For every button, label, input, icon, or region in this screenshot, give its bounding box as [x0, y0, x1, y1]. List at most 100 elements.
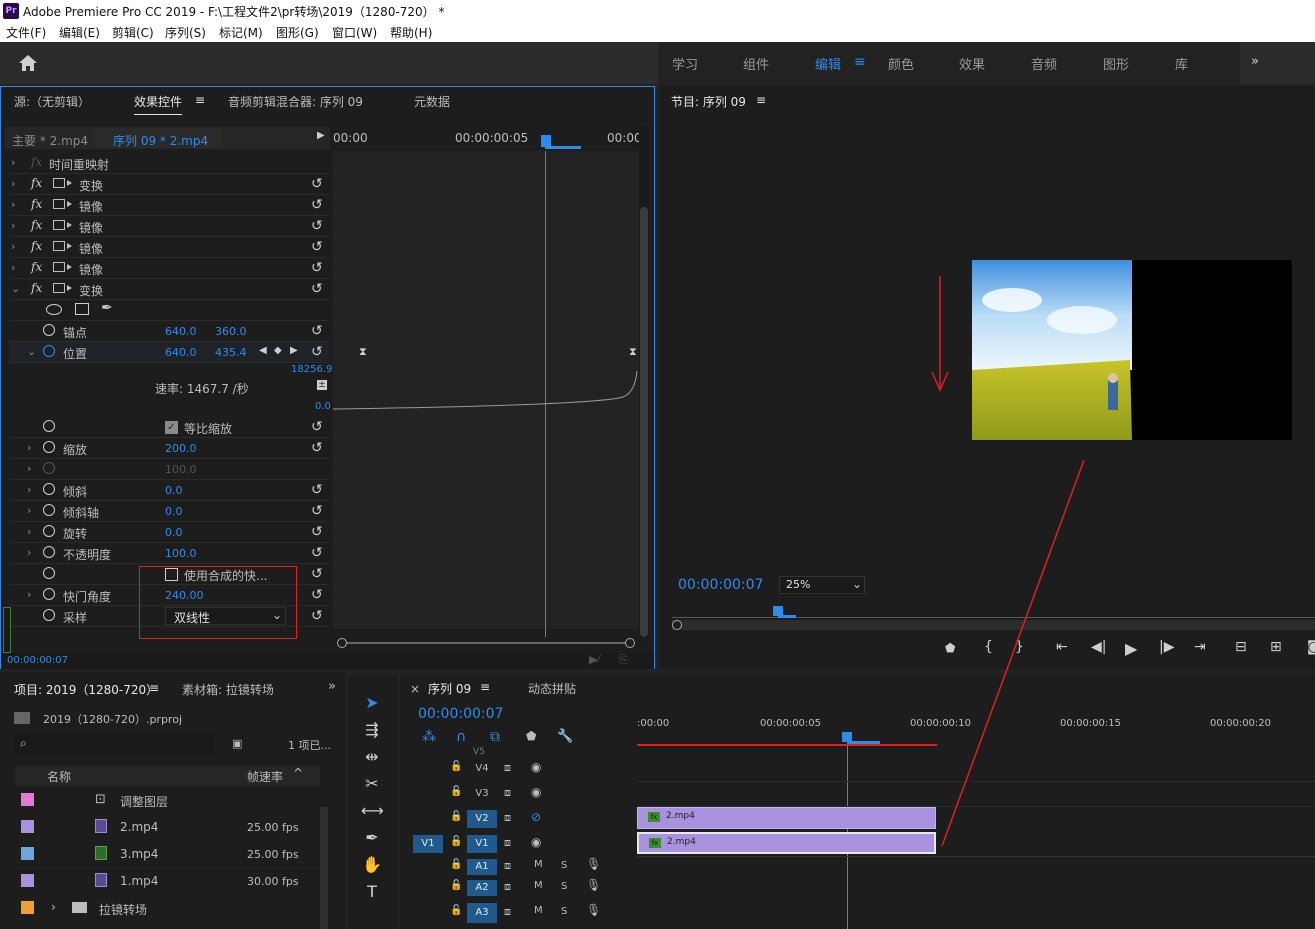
position-y-value[interactable]: 435.4 — [215, 346, 247, 359]
position-x-value[interactable]: 640.0 — [165, 346, 197, 359]
hand-tool-icon[interactable]: ✋ — [361, 855, 383, 877]
reset-icon[interactable]: ↺ — [311, 503, 323, 519]
ec-scrollbar[interactable] — [639, 127, 649, 637]
fx-icon[interactable]: fx — [31, 260, 42, 274]
add-keyframe-icon[interactable]: ◆ — [274, 345, 282, 356]
fx-icon[interactable]: fx — [31, 218, 42, 232]
opacity-value[interactable]: 100.0 — [165, 547, 197, 560]
mute-button[interactable]: M — [534, 905, 543, 916]
workspace-menu-icon[interactable]: ≡ — [854, 54, 866, 70]
sync-lock-icon[interactable]: ⧈ — [504, 811, 511, 825]
solo-button[interactable]: S — [561, 881, 567, 892]
fx-icon[interactable]: fx — [31, 281, 42, 295]
tab-source[interactable]: 源:（无剪辑） — [14, 93, 90, 110]
stopwatch-icon[interactable] — [43, 504, 55, 516]
label-color[interactable] — [21, 901, 34, 914]
reset-icon[interactable]: ↺ — [311, 344, 323, 360]
stopwatch-icon[interactable] — [43, 324, 55, 336]
project-menu-icon[interactable]: ≡ — [149, 681, 159, 695]
track-select-tool-icon[interactable]: ⇶ — [361, 720, 383, 742]
uniform-scale-checkbox[interactable]: ✓ — [165, 421, 178, 434]
mic-icon[interactable]: 🎙 — [586, 878, 601, 892]
tab-dynamic-tile[interactable]: 动态拼贴 — [528, 680, 576, 697]
reset-icon[interactable]: ↺ — [311, 545, 323, 561]
sync-lock-icon[interactable]: ⧈ — [504, 905, 511, 919]
lock-icon[interactable]: 🔓 — [450, 836, 462, 847]
play-audio-icon[interactable]: ▶⁄ — [589, 653, 599, 666]
menu-window[interactable]: 窗口(W) — [332, 24, 377, 41]
project-item[interactable]: 2.mp4 25.00 fps — [15, 814, 320, 841]
scale-value[interactable]: 200.0 — [165, 442, 197, 455]
chevron-down-icon[interactable]: ⌄ — [27, 345, 36, 358]
anchor-x-value[interactable]: 640.0 — [165, 325, 197, 338]
sync-lock-icon[interactable]: ⧈ — [504, 786, 511, 800]
label-color[interactable] — [21, 874, 34, 887]
chevron-right-icon[interactable]: › — [27, 525, 31, 538]
ripple-edit-tool-icon[interactable]: ⇹ — [361, 747, 383, 769]
stopwatch-active-icon[interactable] — [43, 345, 55, 357]
eye-icon[interactable]: ◉ — [531, 835, 541, 849]
close-tab-icon[interactable]: × — [410, 682, 420, 696]
graph-expand-icon[interactable]: ± — [317, 380, 327, 390]
stopwatch-icon[interactable] — [43, 483, 55, 495]
play-only-icon[interactable]: ▶ — [317, 130, 325, 141]
menu-file[interactable]: 文件(F) — [6, 24, 46, 41]
skew-value[interactable]: 0.0 — [165, 484, 183, 497]
lock-icon[interactable]: 🔓 — [450, 786, 462, 797]
export-icon[interactable]: ⎘ — [619, 653, 628, 667]
next-keyframe-icon[interactable]: ▶ — [290, 345, 298, 356]
lock-icon[interactable]: 🔓 — [450, 761, 462, 772]
effect-row-transform[interactable]: › fx 变换 ↺ — [9, 174, 329, 195]
tab-sequence[interactable]: 序列 09 — [428, 680, 471, 697]
workspace-editing[interactable]: 编辑 — [815, 54, 841, 73]
menu-clip[interactable]: 剪辑(C) — [112, 24, 154, 41]
tab-effect-controls[interactable]: 效果控件 — [134, 93, 183, 115]
workspace-more-icon[interactable]: » — [1251, 54, 1259, 69]
project-item[interactable]: 1.mp4 30.00 fps — [15, 868, 320, 895]
effect-row-time-remap[interactable]: › fx 时间重映射 — [9, 153, 329, 174]
wrench-icon[interactable]: 🔧 — [557, 729, 573, 744]
source-patch-v1[interactable]: V1 — [413, 835, 443, 853]
chevron-right-icon[interactable]: › — [27, 441, 31, 454]
sync-lock-icon[interactable]: ⧈ — [504, 880, 511, 894]
clip-v1[interactable]: fx 2.mp4 — [637, 832, 936, 854]
project-item[interactable]: 3.mp4 25.00 fps — [15, 841, 320, 868]
fx-icon[interactable]: fx — [31, 239, 42, 253]
tab-menu-icon[interactable]: ≡ — [195, 93, 205, 107]
tab-project[interactable]: 项目: 2019（1280-720） — [14, 681, 158, 698]
home-icon[interactable] — [18, 54, 38, 72]
keyframe-icon[interactable]: ⧗ — [629, 345, 637, 359]
reset-icon[interactable]: ↺ — [311, 281, 323, 297]
export-frame-icon[interactable]: ◙ — [1307, 639, 1315, 655]
solo-button[interactable]: S — [561, 906, 567, 917]
chevron-right-icon[interactable]: › — [11, 240, 15, 253]
lock-icon[interactable]: 🔓 — [450, 905, 462, 916]
project-search-input[interactable]: ⌕ — [14, 734, 213, 754]
eye-icon[interactable]: ◉ — [531, 785, 541, 799]
track-name[interactable]: V3 — [467, 785, 497, 803]
project-item[interactable]: › 拉镜转场 — [15, 895, 320, 922]
snap-icon[interactable]: ∩ — [456, 729, 466, 745]
play-icon[interactable]: ▶ — [1125, 639, 1137, 658]
timeline-timecode[interactable]: 00:00:00:07 — [418, 706, 503, 722]
chevron-right-icon[interactable]: › — [11, 198, 15, 211]
add-marker-icon[interactable]: ⬟ — [526, 729, 536, 743]
pen-tool-icon[interactable]: ✒ — [361, 828, 383, 850]
stopwatch-icon[interactable] — [43, 420, 55, 432]
mic-icon[interactable]: 🎙 — [586, 857, 601, 871]
workspace-effects[interactable]: 效果 — [959, 54, 985, 73]
program-menu-icon[interactable]: ≡ — [756, 93, 766, 107]
tab-bin[interactable]: 素材箱: 拉镜转场 — [182, 681, 274, 698]
slip-tool-icon[interactable]: ⟷ — [361, 801, 384, 823]
fx-icon[interactable]: fx — [31, 197, 42, 211]
stopwatch-icon[interactable] — [43, 567, 55, 579]
track-name[interactable]: A3 — [467, 903, 497, 923]
more-panels-icon[interactable]: » — [328, 679, 336, 694]
lift-icon[interactable]: ⊟ — [1235, 639, 1247, 655]
workspace-assembly[interactable]: 组件 — [743, 54, 769, 73]
track-name[interactable]: V4 — [467, 760, 497, 778]
clip-v2[interactable]: fx 2.mp4 — [637, 807, 936, 829]
eye-hidden-icon[interactable]: ⊘ — [531, 810, 541, 824]
program-timecode[interactable]: 00:00:00:07 — [678, 577, 763, 593]
column-name[interactable]: 名称 — [47, 768, 71, 785]
